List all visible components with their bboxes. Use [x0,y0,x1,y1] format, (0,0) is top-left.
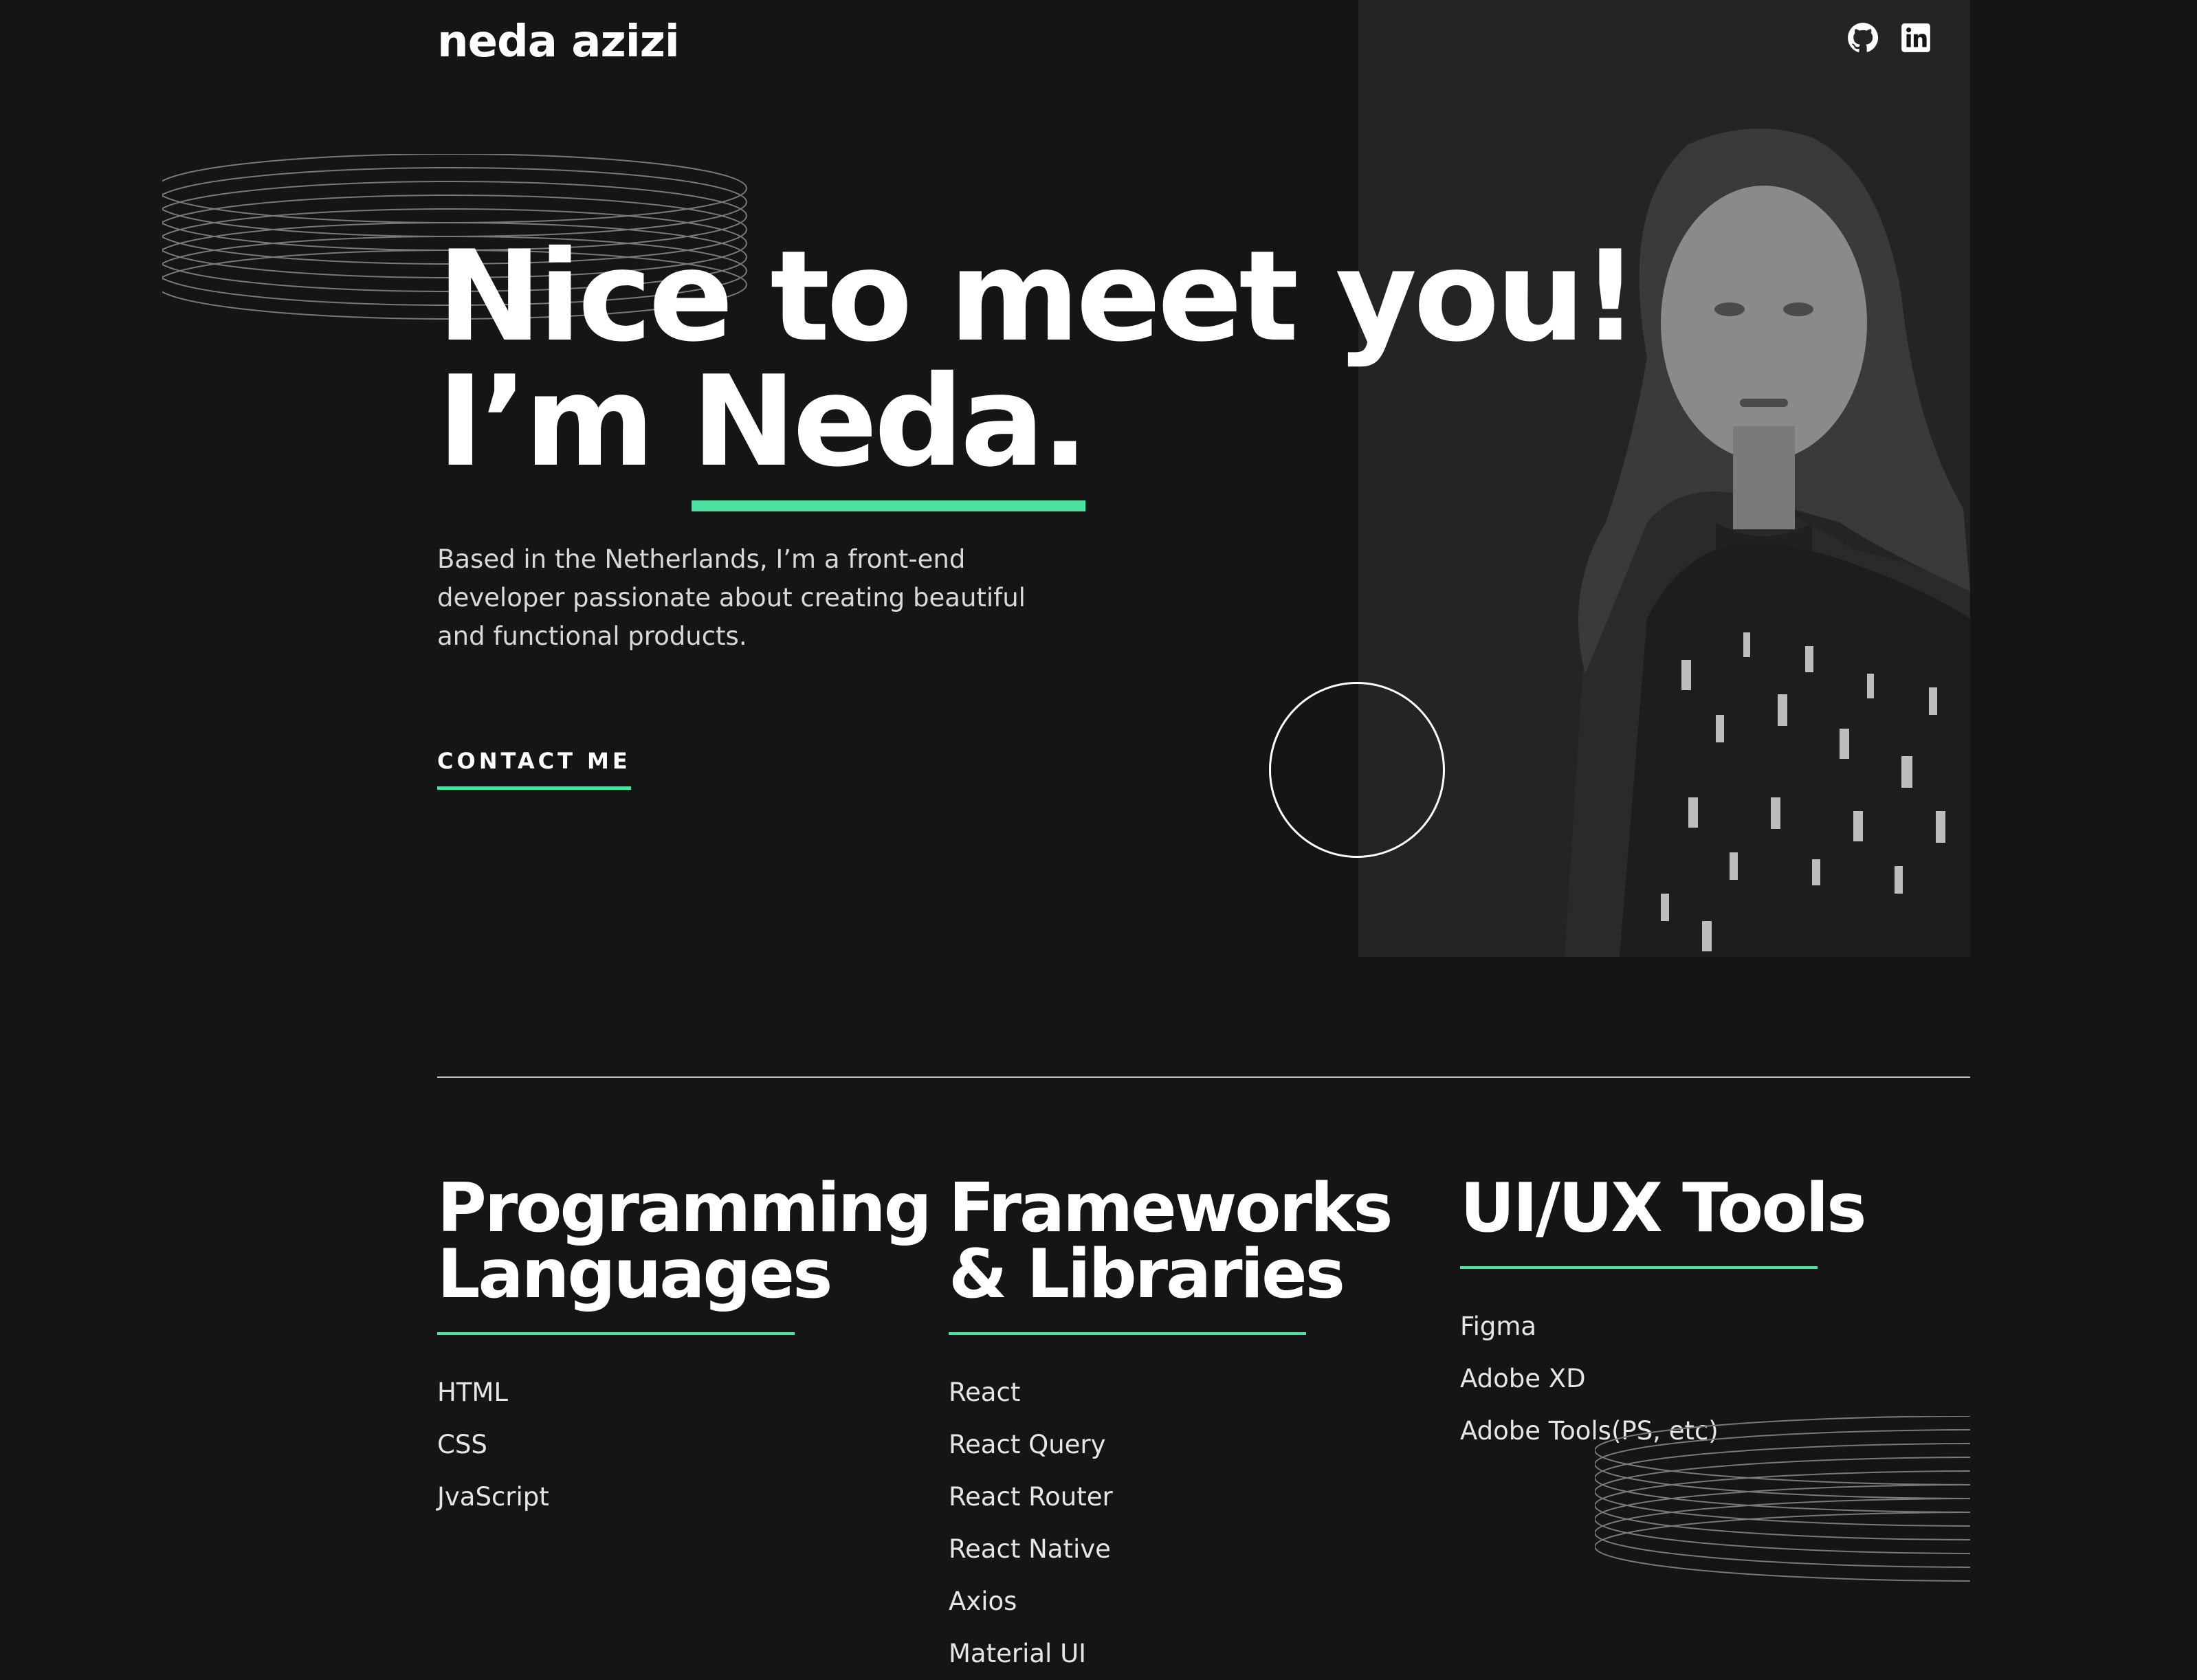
skill-group-title: UI/UX Tools [1460,1169,1867,1248]
skill-group-programming-languages: Programming Languages HTML CSS JvaScript [437,1169,932,1523]
hero-name: Neda. [691,359,1089,511]
intro-text: Based in the Netherlands, I’m a front-en… [437,544,1026,651]
skill-item: React [949,1378,1021,1407]
skill-item: React Native [949,1534,1111,1564]
hero-heading: Nice to meet you! I’m Neda. [437,223,1639,511]
skill-group-title: Programming Languages [437,1169,932,1314]
skill-item: CSS [437,1430,487,1459]
contact-me-button[interactable]: CONTACT ME [437,748,631,790]
skill-item: HTML [437,1378,508,1407]
skill-group-frameworks-libraries: Frameworks & Libraries React React Query… [949,1175,1430,1680]
decorative-circle [1269,682,1445,858]
skill-group-underline [437,1332,795,1335]
linkedin-icon[interactable] [1899,21,1933,55]
skill-list: HTML CSS JvaScript [437,1367,918,1523]
skill-group-title: Frameworks & Libraries [949,1169,1393,1314]
site-logo[interactable]: neda azizi [437,16,680,67]
skill-item: React Query [949,1430,1106,1459]
skill-group-underline [1460,1266,1818,1269]
skill-item: JvaScript [437,1482,549,1512]
skill-item: Adobe XD [1460,1364,1586,1393]
decorative-rings [1595,1416,1970,1582]
skill-group-underline [949,1332,1306,1335]
skill-item: Axios [949,1587,1017,1616]
github-icon[interactable] [1846,21,1880,55]
section-divider [437,1076,1970,1078]
hero-name-text: Neda. [691,349,1089,494]
hero-line-1: Nice to meet you! [437,223,1639,369]
skill-list: React React Query React Router React Nat… [949,1367,1430,1680]
hero-line-2: I’m Neda. [437,359,1635,511]
skill-item: Material UI [949,1639,1087,1668]
skill-item: React Router [949,1482,1113,1512]
hero-greeting: I’m [437,349,692,494]
skill-item: Figma [1460,1312,1537,1341]
skill-group-ui-ux-tools: UI/UX Tools Figma Adobe XD Adobe Tools(P… [1460,1175,1941,1457]
name-underline [691,500,1085,511]
